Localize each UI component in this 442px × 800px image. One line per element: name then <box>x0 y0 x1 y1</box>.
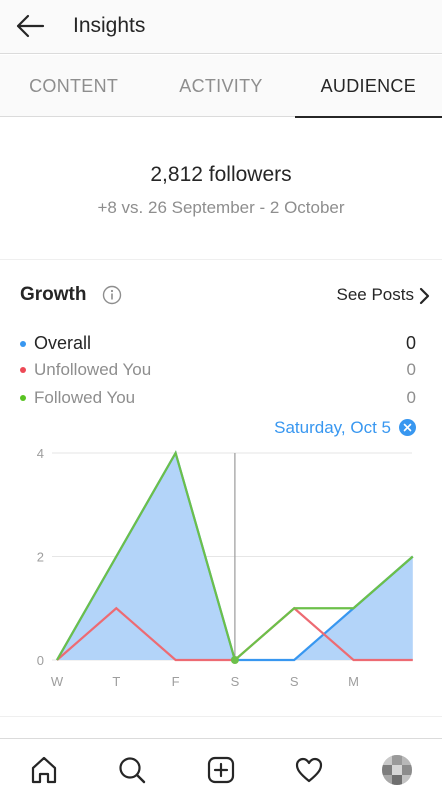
divider <box>0 716 442 717</box>
new-post-button[interactable] <box>204 753 238 787</box>
legend-label: Unfollowed You <box>34 360 152 379</box>
y-tick-label: 4 <box>37 446 44 461</box>
bottom-nav <box>0 738 442 800</box>
growth-chart[interactable]: 0 2 4 W T F S S M <box>0 440 442 700</box>
y-tick-label: 0 <box>37 653 44 668</box>
legend-label: Followed You <box>34 388 136 407</box>
followers-count: 2,812 followers <box>150 163 292 186</box>
search-icon <box>119 757 146 784</box>
followers-summary: 2,812 followers +8 vs. 26 September - 2 … <box>0 118 442 260</box>
legend-value: 0 <box>406 388 416 407</box>
page-title: Insights <box>73 14 146 37</box>
y-tick-label: 2 <box>37 550 44 565</box>
overall-dot <box>20 340 26 347</box>
x-tick-label: S <box>231 674 240 689</box>
new-post-icon <box>207 756 235 784</box>
x-tick-label: W <box>51 674 64 689</box>
followers-delta: +8 vs. 26 September - 2 October <box>97 198 345 217</box>
see-posts-link[interactable]: See Posts <box>337 285 415 305</box>
growth-title-text: Growth <box>20 284 87 305</box>
followed-dot <box>20 395 26 401</box>
x-tick-label: F <box>172 674 180 689</box>
insights-tabs: CONTENT ACTIVITY AUDIENCE <box>0 55 442 118</box>
arrow-left-icon <box>16 14 45 38</box>
x-tick-label: S <box>290 674 299 689</box>
legend-value: 0 <box>406 360 416 379</box>
profile-button[interactable] <box>380 753 414 787</box>
x-tick-label: T <box>112 674 120 689</box>
legend-overall: Overall 0 <box>20 333 416 354</box>
legend-unfollowed: Unfollowed You 0 <box>20 360 416 380</box>
activity-heart-icon <box>295 757 323 783</box>
tab-activity[interactable]: ACTIVITY <box>147 55 294 117</box>
legend-label: Overall <box>34 333 92 353</box>
tab-audience[interactable]: AUDIENCE <box>294 55 442 118</box>
tab-content[interactable]: CONTENT <box>0 55 147 117</box>
legend-value: 0 <box>405 333 416 353</box>
back-button[interactable] <box>10 8 50 44</box>
profile-avatar <box>382 755 412 785</box>
x-tick-label: M <box>348 674 359 689</box>
growth-section-title: Growth <box>20 284 122 306</box>
clear-date-icon[interactable] <box>399 419 416 436</box>
selected-date[interactable]: Saturday, Oct 5 <box>274 418 391 438</box>
legend-followed: Followed You 0 <box>20 388 416 408</box>
home-icon <box>31 756 57 784</box>
unfollowed-dot <box>20 367 26 373</box>
activity-button[interactable] <box>292 753 326 787</box>
search-button[interactable] <box>115 753 149 787</box>
chevron-right-icon[interactable] <box>416 286 432 306</box>
info-icon[interactable] <box>102 285 122 305</box>
top-bar: Insights <box>0 0 442 54</box>
home-button[interactable] <box>27 753 61 787</box>
selected-point <box>230 656 239 664</box>
